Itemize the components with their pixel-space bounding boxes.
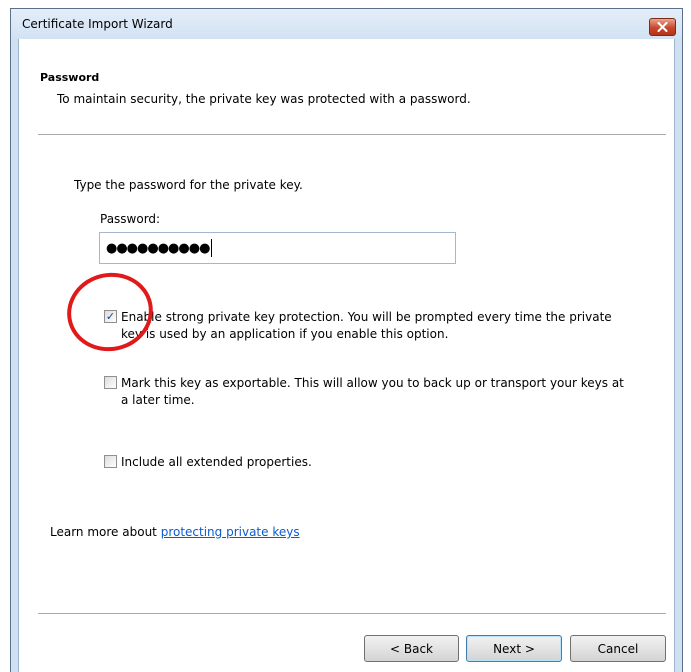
extended-properties-checkbox[interactable]	[104, 455, 117, 468]
password-prompt: Type the password for the private key.	[74, 178, 303, 192]
header-divider	[38, 134, 666, 135]
footer-divider	[38, 613, 666, 614]
protecting-private-keys-link[interactable]: protecting private keys	[161, 525, 300, 539]
learn-more-text: Learn more about protecting private keys	[50, 525, 300, 539]
exportable-checkbox[interactable]	[104, 376, 117, 389]
text-caret	[211, 239, 213, 257]
close-icon	[657, 22, 668, 32]
option-extended-properties[interactable]: Include all extended properties.	[104, 454, 312, 471]
password-value: ●●●●●●●●●●	[106, 240, 210, 256]
title-bar[interactable]: Certificate Import Wizard	[11, 9, 682, 39]
password-input[interactable]: ●●●●●●●●●●	[99, 232, 456, 264]
next-button[interactable]: Next >	[466, 635, 562, 662]
option-strong-protection[interactable]: ✓ Enable strong private key protection. …	[104, 309, 614, 343]
option-exportable[interactable]: Mark this key as exportable. This will a…	[104, 375, 624, 409]
section-description: To maintain security, the private key wa…	[57, 92, 471, 106]
window-title: Certificate Import Wizard	[22, 17, 173, 31]
back-button[interactable]: < Back	[364, 635, 459, 662]
wizard-content: Password To maintain security, the priva…	[18, 39, 675, 672]
cancel-button[interactable]: Cancel	[570, 635, 666, 662]
password-label: Password:	[100, 212, 161, 226]
strong-protection-label: Enable strong private key protection. Yo…	[121, 310, 612, 341]
section-title: Password	[40, 71, 100, 84]
exportable-label: Mark this key as exportable. This will a…	[121, 376, 624, 407]
learn-more-prefix: Learn more about	[50, 525, 161, 539]
close-button[interactable]	[649, 18, 676, 36]
extended-properties-label: Include all extended properties.	[121, 455, 312, 469]
